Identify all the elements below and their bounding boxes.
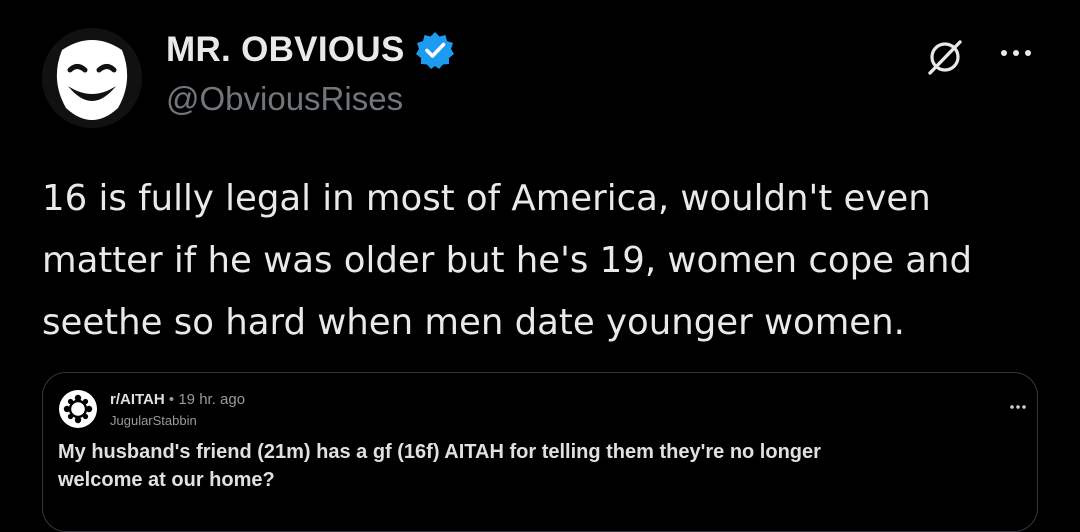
verified-badge-icon[interactable] [415, 30, 455, 70]
subreddit-meta: r/AITAH • 19 hr. ago [110, 391, 245, 408]
post-title-line: welcome at our home? [58, 469, 275, 491]
display-name-text: MR. OBVIOUS [166, 30, 405, 69]
subreddit-icon[interactable] [58, 389, 98, 429]
card-more-options-icon[interactable] [1008, 402, 1028, 412]
meta-separator: • [168, 391, 175, 408]
post-time: 19 hr. ago [178, 391, 246, 408]
tweet-text-line: 16 is fully legal in most of America, wo… [42, 178, 931, 219]
mask-face-icon [42, 28, 142, 128]
post-title-line: My husband's friend (21m) has a gf (16f)… [58, 441, 821, 463]
post-author[interactable]: JugularStabbin [110, 413, 197, 428]
tweet-text-line: seethe so hard when men date younger wom… [42, 302, 905, 343]
post-title[interactable]: My husband's friend (21m) has a gf (16f)… [58, 438, 1018, 494]
grok-icon[interactable] [924, 36, 966, 78]
subreddit-name[interactable]: r/AITAH [110, 391, 165, 408]
tweet-text: 16 is fully legal in most of America, wo… [42, 168, 1042, 354]
more-options-icon[interactable] [996, 38, 1036, 68]
avatar[interactable] [42, 28, 142, 128]
tweet-text-line: matter if he was older but he's 19, wome… [42, 240, 973, 281]
display-name[interactable]: MR. OBVIOUS [166, 30, 455, 70]
user-handle[interactable]: @ObviousRises [166, 80, 403, 118]
